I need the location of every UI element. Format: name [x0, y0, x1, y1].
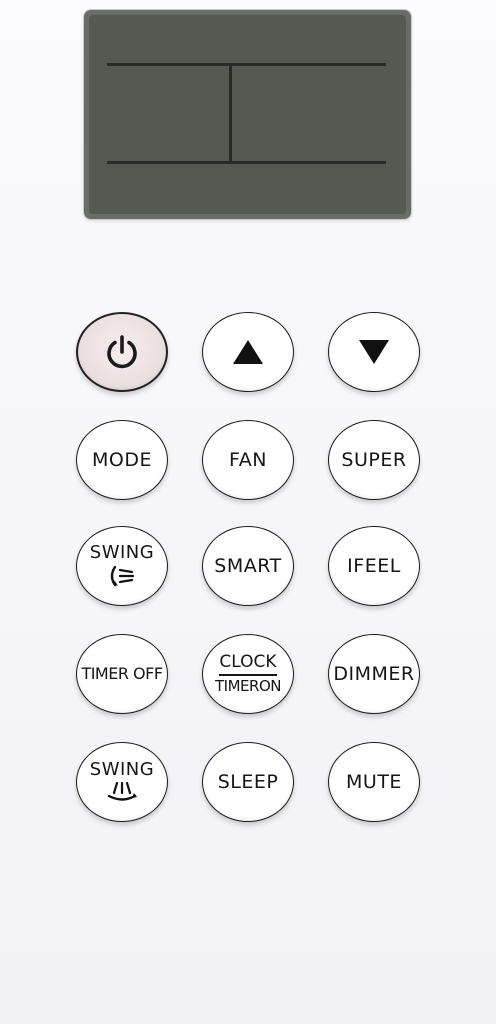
smart-button[interactable]: SMART: [202, 526, 294, 606]
super-button[interactable]: SUPER: [328, 420, 420, 500]
timer-off-label: TIMER OFF: [81, 664, 163, 683]
timer-on-label: TIMERON: [215, 677, 281, 695]
mute-button[interactable]: MUTE: [328, 742, 420, 822]
remote-control-body: MODE FAN SUPER SWING SMART IFEEL TIMER O…: [0, 0, 496, 1024]
sleep-button[interactable]: SLEEP: [202, 742, 294, 822]
swing-label: SWING: [89, 542, 155, 563]
sleep-label: SLEEP: [217, 770, 279, 793]
lcd-segment-divider: [229, 65, 232, 162]
triangle-up-icon: [231, 338, 265, 366]
lcd-screen: [89, 15, 406, 214]
clock-label: CLOCK: [219, 654, 277, 676]
clock-timer-on-button[interactable]: CLOCK TIMERON: [202, 634, 294, 714]
mode-label: MODE: [92, 448, 152, 471]
super-label: SUPER: [341, 448, 407, 471]
lcd-segment-line: [107, 63, 386, 66]
temp-up-button[interactable]: [202, 312, 294, 392]
fan-label: FAN: [229, 448, 267, 471]
timer-off-button[interactable]: TIMER OFF: [76, 634, 168, 714]
mode-button[interactable]: MODE: [76, 420, 168, 500]
ifeel-label: IFEEL: [347, 554, 401, 577]
swing-horizontal-icon: [105, 781, 139, 803]
swing-label: SWING: [89, 759, 155, 780]
temp-down-button[interactable]: [328, 312, 420, 392]
swing-vertical-button[interactable]: SWING: [76, 526, 168, 606]
lcd-display: [84, 10, 411, 219]
dimmer-button[interactable]: DIMMER: [328, 634, 420, 714]
smart-label: SMART: [214, 554, 282, 577]
fan-button[interactable]: FAN: [202, 420, 294, 500]
dimmer-label: DIMMER: [333, 662, 415, 685]
ifeel-button[interactable]: IFEEL: [328, 526, 420, 606]
swing-horizontal-button[interactable]: SWING: [76, 742, 168, 822]
power-button[interactable]: [76, 312, 168, 392]
triangle-down-icon: [357, 338, 391, 366]
swing-vertical-icon: [105, 564, 139, 588]
power-icon: [102, 332, 142, 372]
lcd-segment-line: [107, 161, 386, 164]
mute-label: MUTE: [346, 770, 402, 793]
